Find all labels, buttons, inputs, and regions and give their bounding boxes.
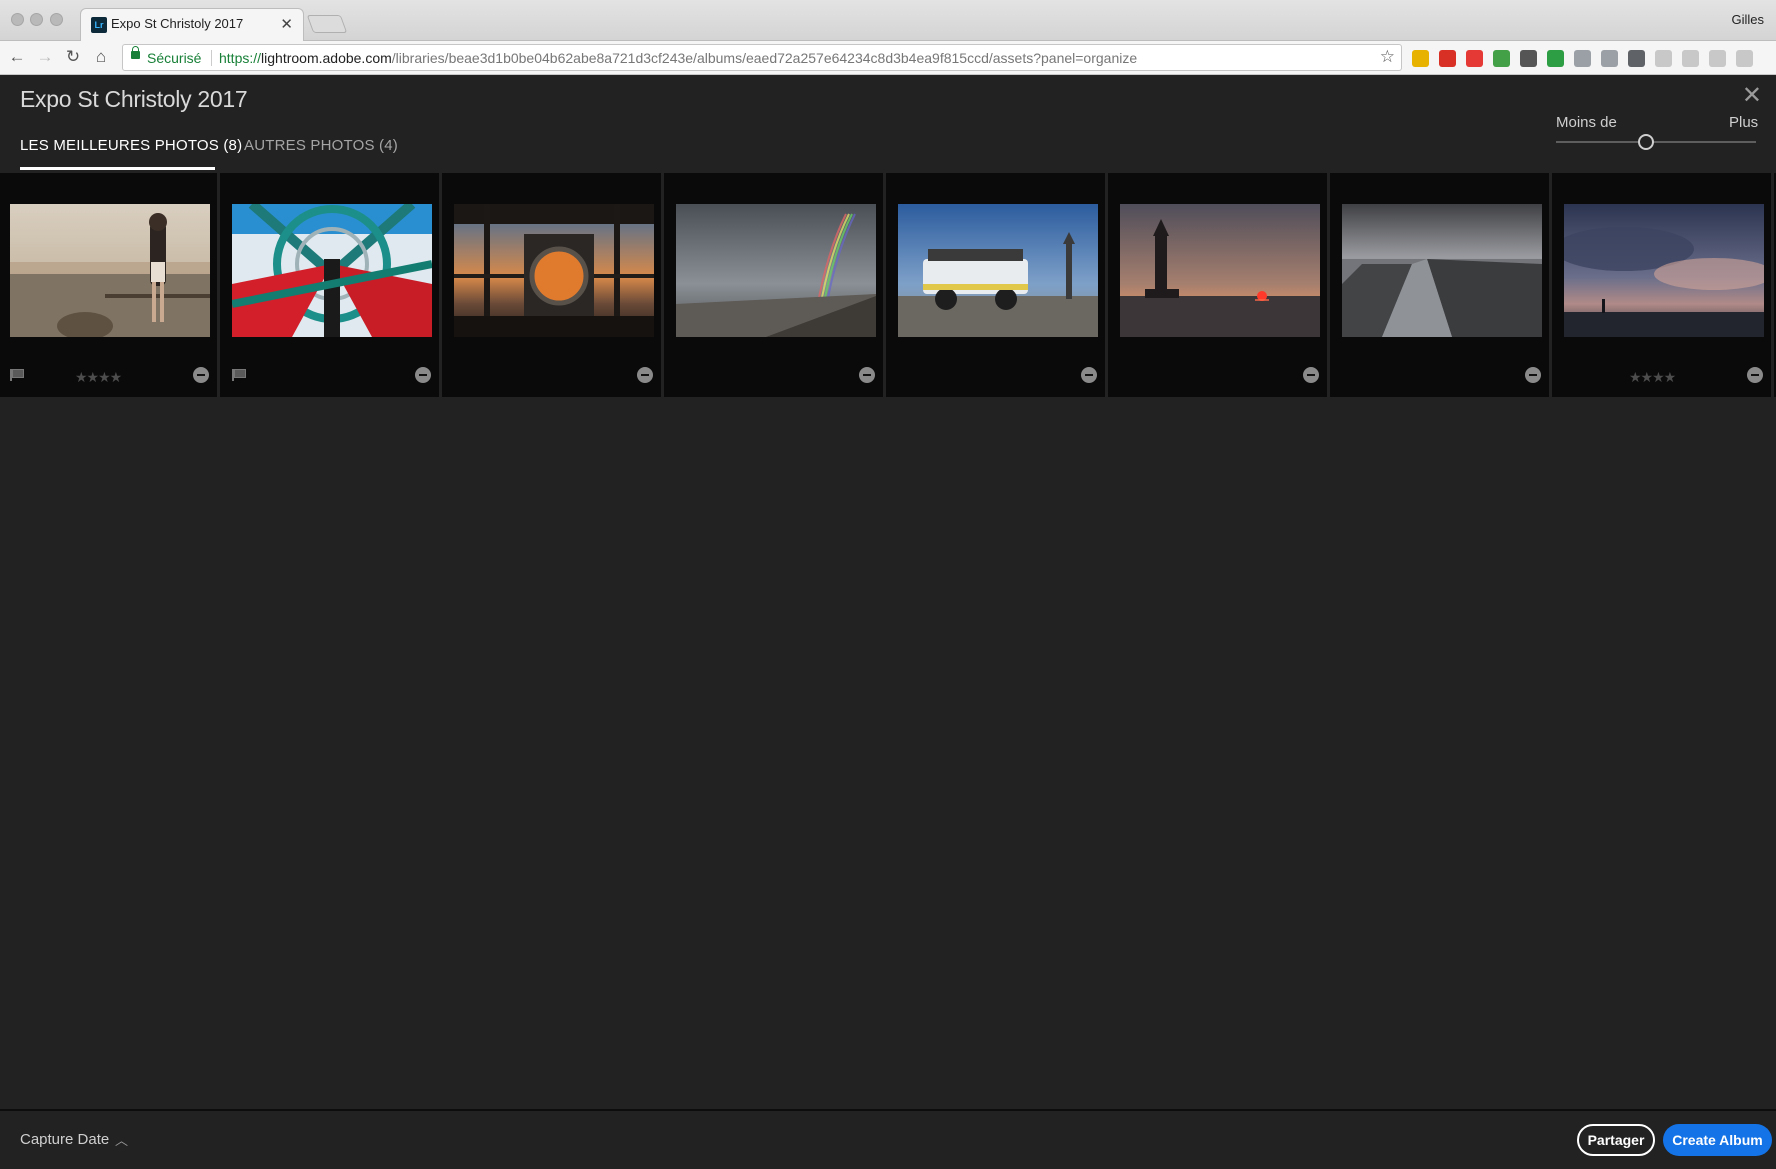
photo-cell[interactable] — [1110, 173, 1330, 397]
photo-cell[interactable]: ★★★★ — [1554, 173, 1774, 397]
photo-cell[interactable] — [888, 173, 1108, 397]
browser-extension-icon[interactable] — [1574, 50, 1591, 67]
tab-title: Expo St Christoly 2017 — [111, 16, 244, 31]
profile-name[interactable]: Gilles — [1731, 12, 1764, 27]
remove-photo-icon[interactable] — [1081, 367, 1097, 383]
create-album-button[interactable]: Create Album — [1663, 1124, 1772, 1156]
lock-icon — [131, 46, 140, 59]
size-less-label: Moins de — [1556, 114, 1617, 131]
album-organize-panel: Expo St Christoly 2017 ✕ LES MEILLEURES … — [0, 75, 1776, 1169]
forward-arrow-icon[interactable]: → — [34, 46, 56, 68]
browser-extension-icon[interactable] — [1709, 50, 1726, 67]
remove-photo-icon[interactable] — [637, 367, 653, 383]
browser-extension-icon[interactable] — [1520, 50, 1537, 67]
extensions-area — [1412, 50, 1753, 68]
reload-icon[interactable]: ↻ — [62, 46, 84, 68]
browser-extension-icon[interactable] — [1466, 50, 1483, 67]
photo-cell[interactable] — [1332, 173, 1552, 397]
share-button[interactable]: Partager — [1577, 1124, 1655, 1156]
browser-extension-icon[interactable] — [1601, 50, 1618, 67]
chevron-up-icon[interactable]: ︿ — [115, 1130, 128, 1149]
lightroom-favicon-icon: Lr — [91, 17, 107, 33]
bookmark-star-icon[interactable]: ☆ — [1380, 47, 1395, 67]
browser-extension-icon[interactable] — [1412, 50, 1429, 67]
photo-cell[interactable] — [444, 173, 664, 397]
url-path: /libraries/beae3d1b0be04b62abe8a721d3cf2… — [391, 50, 1138, 66]
photo-thumbnail[interactable] — [676, 204, 876, 337]
new-tab-button[interactable] — [306, 15, 348, 33]
size-more-label: Plus — [1729, 114, 1759, 131]
star-rating[interactable]: ★★★★ — [1629, 369, 1676, 386]
photo-thumbnail[interactable] — [1564, 204, 1764, 337]
tab-best-photos[interactable]: LES MEILLEURES PHOTOS (8) — [20, 137, 242, 154]
album-title: Expo St Christoly 2017 — [20, 86, 248, 112]
remove-photo-icon[interactable] — [1303, 367, 1319, 383]
photo-thumbnail[interactable] — [898, 204, 1098, 337]
flag-icon[interactable] — [10, 369, 24, 381]
browser-extension-icon[interactable] — [1439, 50, 1456, 67]
remove-photo-icon[interactable] — [1747, 367, 1763, 383]
tab-other-photos[interactable]: AUTRES PHOTOS (4) — [244, 137, 398, 154]
browser-extension-icon[interactable] — [1547, 50, 1564, 67]
footer-bar: Capture Date ︿ Partager Create Album — [0, 1109, 1776, 1169]
omnibox-separator — [211, 50, 212, 66]
address-bar[interactable]: Sécurisé https://lightroom.adobe.com/lib… — [122, 44, 1402, 71]
sort-label[interactable]: Capture Date — [20, 1131, 109, 1148]
browser-extension-icon[interactable] — [1736, 50, 1753, 67]
remove-photo-icon[interactable] — [1525, 367, 1541, 383]
browser-tab[interactable]: Lr Expo St Christoly 2017 ✕ — [80, 8, 304, 42]
back-arrow-icon[interactable]: ← — [6, 46, 28, 68]
remove-photo-icon[interactable] — [859, 367, 875, 383]
close-icon[interactable]: ✕ — [1742, 81, 1762, 110]
photo-cell[interactable] — [666, 173, 886, 397]
window-close-button[interactable] — [11, 13, 24, 26]
url-text[interactable]: https://lightroom.adobe.com/libraries/be… — [219, 50, 1137, 66]
browser-extension-icon[interactable] — [1493, 50, 1510, 67]
url-scheme: https:// — [219, 50, 262, 66]
tab-close-icon[interactable]: ✕ — [280, 15, 293, 33]
star-rating[interactable]: ★★★★ — [75, 369, 122, 386]
browser-extension-icon[interactable] — [1655, 50, 1672, 67]
url-host: lightroom.adobe.com — [261, 50, 392, 66]
photo-thumbnail[interactable] — [454, 204, 654, 337]
remove-photo-icon[interactable] — [415, 367, 431, 383]
photo-thumbnail[interactable] — [1120, 204, 1320, 337]
remove-photo-icon[interactable] — [193, 367, 209, 383]
photo-cell[interactable]: ★★★★ — [0, 173, 220, 397]
window-zoom-button[interactable] — [50, 13, 63, 26]
browser-extension-icon[interactable] — [1682, 50, 1699, 67]
photo-thumbnail[interactable] — [10, 204, 210, 337]
secure-label: Sécurisé — [147, 50, 202, 66]
window-minimize-button[interactable] — [30, 13, 43, 26]
browser-tab-bar: Lr Expo St Christoly 2017 ✕ Gilles — [0, 0, 1776, 42]
photo-thumbnail[interactable] — [232, 204, 432, 337]
flag-icon[interactable] — [232, 369, 246, 381]
browser-toolbar: ← → ↻ ⌂ Sécurisé https://lightroom.adobe… — [0, 41, 1776, 75]
size-slider-thumb[interactable] — [1638, 134, 1654, 150]
photo-thumbnail[interactable] — [1342, 204, 1542, 337]
home-icon[interactable]: ⌂ — [90, 46, 112, 68]
browser-extension-icon[interactable] — [1628, 50, 1645, 67]
photo-cell[interactable] — [222, 173, 442, 397]
active-tab-indicator — [20, 167, 215, 170]
size-slider-track[interactable] — [1556, 141, 1756, 143]
photo-strip: ★★★★ ★★★★ — [0, 173, 1776, 397]
